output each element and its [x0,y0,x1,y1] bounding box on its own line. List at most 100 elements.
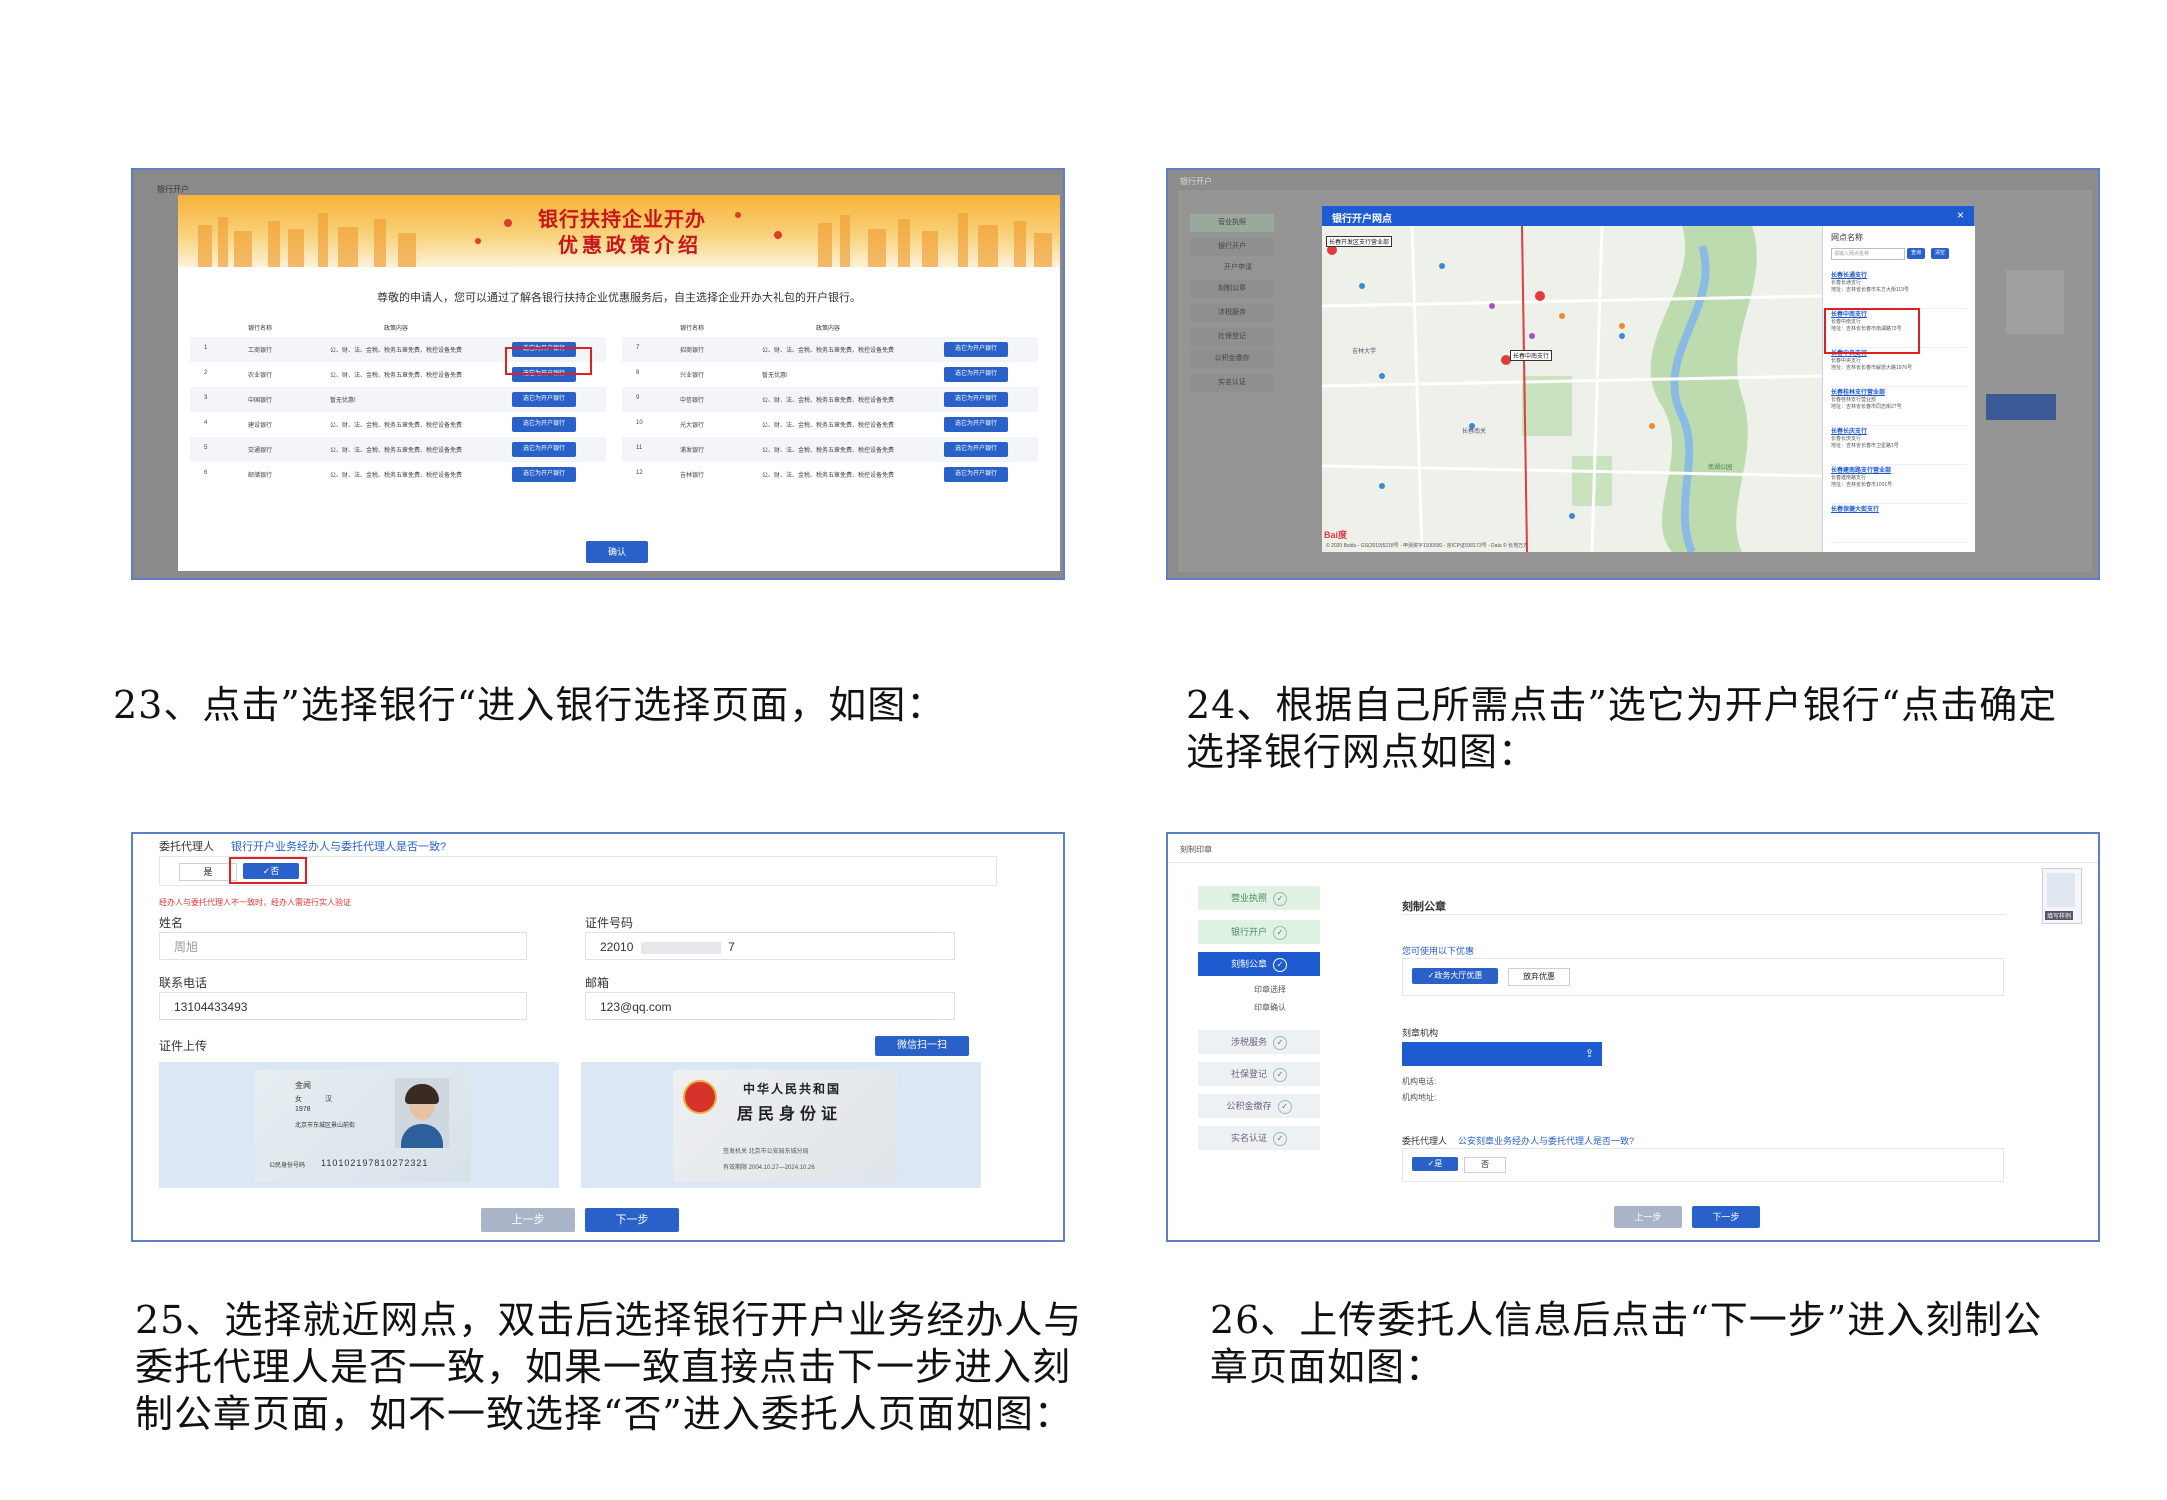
email-field[interactable]: 123@qq.com [585,992,955,1020]
sidebar-item[interactable]: 实名认证 ✓ [1198,1126,1320,1150]
select-bank-button[interactable]: 选它为开户银行 [512,392,576,407]
branch-item[interactable]: 长春桂林支行营业部 长春桂林支行营业部 地址：吉林省长春市同志街27号 [1831,387,1967,426]
branch-name[interactable]: 长春长通支行 [1831,270,1967,279]
caption-step-25-line2: 委托代理人是否一致，如果一致直接点击下一步进入刻 [135,1345,1072,1389]
option-decline-discount[interactable]: 放弃优惠 [1508,968,1570,986]
row-number: 3 [204,395,208,401]
select-bank-button[interactable]: 选它为开户银行 [944,417,1008,432]
sidebar-item[interactable]: 营业执照 ✓ [1198,886,1320,910]
sidebar-item[interactable]: 刻制公章 [1190,280,1274,298]
id-born: 1978 [295,1106,311,1113]
map-label: 长春开发区支行营业部 [1326,236,1393,247]
table-header: 银行名称 政策内容 [622,319,1038,337]
sidebar-item[interactable]: 涉税服务 ✓ [1198,1030,1320,1054]
branch-item[interactable]: 长春长通支行 长春长通支行 地址：吉林省长春市东方大街119号 [1831,270,1967,309]
sidebar-item[interactable]: 开户申请 [1208,259,1268,277]
select-bank-button[interactable]: 选它为开户银行 [944,367,1008,382]
bank-policy-modal: 银行扶持企业开办 优惠政策介绍 尊敬的申请人，您可以通过了解各银行扶持企业优惠服… [178,195,1060,571]
select-bank-button[interactable]: 选它为开户银行 [512,442,576,457]
branch-detail: 长春长庆支行 [1831,436,1862,442]
idno-value: 22010 [600,940,634,954]
clear-button[interactable]: 清空 [1931,248,1949,259]
id-card-front: 金闻 女 汉 1978 北京市东城区景山前街 公民身份号码 1101021978… [255,1070,471,1182]
row-policy: 公、财、法、金税、税务五章免费、税控设备免费 [762,348,895,354]
sidebar-item[interactable]: 营业执照 [1190,214,1274,232]
branch-name[interactable]: 长春长庆支行 [1831,426,1967,435]
sidebar-item[interactable]: 银行开户 ✓ [1198,920,1320,944]
table-row: 11 浦发银行 公、财、法、金税、税务五章免费、税控设备免费 选它为开户银行 [622,437,1038,462]
select-bank-button[interactable]: 选它为开户银行 [512,467,576,482]
row-policy: 公、财、法、金税、税务五章免费、税控设备免费 [330,473,463,479]
branch-item[interactable]: 长春保健大街支行 [1831,504,1967,543]
sidebar-item[interactable]: 公积金缴存 ✓ [1198,1094,1320,1118]
prev-button[interactable]: 上一步 [481,1208,575,1232]
agent-label: 委托代理人 [1402,1136,1448,1146]
branch-search-input[interactable]: 请输入网点名称 [1831,248,1905,260]
id-front-upload[interactable]: 金闻 女 汉 1978 北京市东城区景山前街 公民身份号码 1101021978… [159,1062,559,1188]
select-bank-button[interactable]: 选它为开户银行 [512,417,576,432]
highlight-no-option [229,857,307,884]
sidebar-item[interactable]: 社保登记 ✓ [1198,1062,1320,1086]
table-row: 5 交通银行 公、财、法、金税、税务五章免费、税控设备免费 选它为开户银行 [190,437,606,462]
row-number: 10 [636,420,643,426]
map-area[interactable]: 长春开发区支行营业部 长春中南支行 长春南关 吉林大学 南湖公园 Bai度 © … [1322,226,1822,552]
wechat-scan-button[interactable]: 微信扫一扫 [875,1036,969,1056]
caption-step-24-line1: 24、根据自己所需点击”选它为开户银行“点击确定 [1186,683,2058,727]
row-number: 6 [204,470,208,476]
table-row: 3 中国银行 暂无优惠! 选它为开户银行 [190,387,606,412]
next-button[interactable]: 下一步 [1692,1206,1760,1228]
branch-detail: 长春长通支行 [1831,280,1862,286]
org-select[interactable]: ⇪ [1402,1042,1602,1066]
confirm-button[interactable]: 确认 [586,541,648,563]
select-bank-button[interactable]: 选它为开户银行 [944,442,1008,457]
sidebar-item[interactable]: 社保登记 [1190,328,1274,346]
sidebar-item-label: 营业执照 [1230,893,1267,903]
sidebar-item[interactable]: 印章选择 [1254,984,1286,995]
sidebar-item[interactable]: 印章确认 [1254,1002,1286,1013]
bg-panel-right [2006,270,2064,334]
table-body: 7 招商银行 公、财、法、金税、税务五章免费、税控设备免费 选它为开户银行 8 兴业银行暂… [622,337,1038,487]
sidebar-item[interactable]: 银行开户 [1190,238,1274,256]
map-label: 长春南关 [1462,429,1487,435]
breadcrumb: 银行开户 [1180,177,1212,186]
bank-table-right: 银行名称 政策内容 7 招商银行 公、财、法、金税、税务五章免费、税控设备免费 选它为… [622,319,1038,487]
row-bank-name: 光大银行 [680,423,705,429]
row-policy: 公、财、法、金税、税务五章免费、税控设备免费 [330,423,463,429]
banner-title-line2: 优惠政策介绍 [558,235,702,257]
table-row: 8 兴业银行 暂无优惠! 选它为开户银行 [622,362,1038,387]
sample-thumbnail[interactable]: 填写样例 [2042,868,2082,924]
agent-no-option[interactable]: 否 [1464,1157,1506,1173]
branch-name[interactable]: 长春建南路支行营业部 [1831,465,1967,474]
option-hall-discount[interactable]: ✓政务大厅优惠 [1412,968,1498,984]
modal-header: 银行开户网点 × [1322,206,1974,226]
caption-step-26-line2: 章页面如图： [1210,1345,1445,1389]
col-bank-header: 银行名称 [680,326,705,332]
close-icon[interactable]: × [1957,208,1964,222]
section-title: 刻制公章 [1402,901,1446,913]
photo-shoulders [401,1124,443,1148]
sidebar-item[interactable]: 刻制公章 ✓ [1198,952,1320,976]
caption-step-25-line1: 25、选择就近网点，双击后选择银行开户业务经办人与 [135,1298,1083,1342]
select-bank-button[interactable]: 选它为开户银行 [944,392,1008,407]
panel-title: 网点名称 [1831,233,1863,242]
modal-title: 银行开户网点 [1332,214,1392,225]
branch-item[interactable]: 长春建南路支行营业部 长春建南路支行 地址：吉林省长春市1001号 [1831,465,1967,504]
search-button[interactable]: 查询 [1907,248,1925,259]
agent-yes-option[interactable]: ✓是 [1412,1157,1458,1171]
sidebar-item[interactable]: 实名认证 [1190,374,1274,392]
branch-name[interactable]: 长春保健大街支行 [1831,504,1967,513]
branch-item[interactable]: 长春长庆支行 长春长庆支行 地址：吉林省长春市卫星路1号 [1831,426,1967,465]
select-bank-button[interactable]: 选它为开户银行 [944,467,1008,482]
id-back-upload[interactable]: 中华人民共和国 居民身份证 签发机关 北京市公安局东城分局 有效期限 2004.… [581,1062,981,1188]
prev-button[interactable]: 上一步 [1614,1206,1682,1228]
next-button[interactable]: 下一步 [585,1208,679,1232]
select-bank-button[interactable]: 选它为开户银行 [944,342,1008,357]
id-card-back: 中华人民共和国 居民身份证 签发机关 北京市公安局东城分局 有效期限 2004.… [673,1070,897,1182]
branch-name[interactable]: 长春桂林支行营业部 [1831,387,1967,396]
org-phone: 机构电话: [1402,1077,1437,1086]
sidebar-item[interactable]: 公积金缴存 [1190,350,1274,368]
idno-field[interactable]: 22010 7 [585,932,955,960]
phone-field[interactable]: 13104433493 [159,992,527,1020]
name-field[interactable]: 周旭 [159,932,527,960]
sidebar-item[interactable]: 涉税服务 [1190,304,1274,322]
